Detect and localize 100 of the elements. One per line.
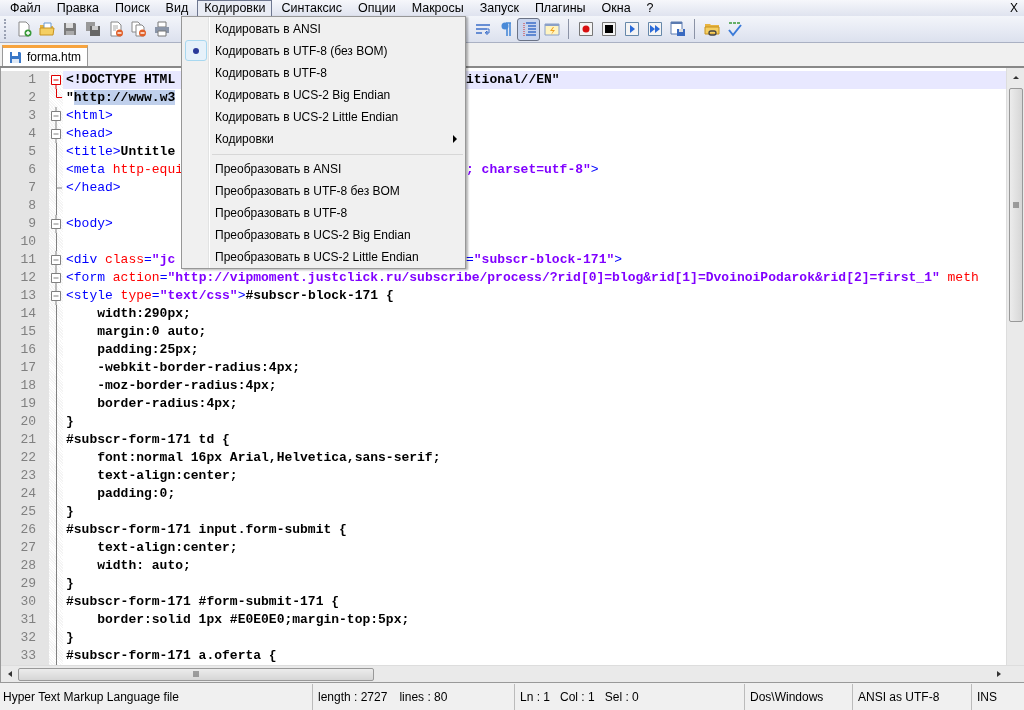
line-number: 2 — [1, 89, 49, 107]
fold-toggle-icon[interactable] — [51, 215, 62, 233]
line-number: 33 — [1, 647, 49, 665]
line-number: 24 — [1, 485, 49, 503]
line-number: 4 — [1, 125, 49, 143]
menu-item[interactable]: Кодировки — [182, 128, 465, 150]
code-line: } — [66, 414, 74, 429]
fold-toggle-icon[interactable] — [51, 287, 62, 305]
scrollbar-thumb[interactable] — [18, 667, 374, 681]
menu-item[interactable]: Кодировать в UCS-2 Big Endian — [182, 84, 465, 106]
menu-item[interactable]: Синтаксис — [274, 0, 349, 17]
menu-item[interactable]: Преобразовать в UTF-8 без BOM — [182, 180, 465, 202]
line-number: 30 — [1, 593, 49, 611]
line-number: 26 — [1, 521, 49, 539]
code-line: width:290px; — [96, 306, 191, 321]
code-line: <style type="text/css">#subscr-block-171 { — [66, 288, 394, 303]
code-line: ; charset=utf-8"> — [466, 162, 599, 177]
menu-item[interactable]: Файл — [3, 0, 48, 17]
fold-toggle-icon[interactable] — [51, 125, 62, 143]
code-line: width: auto; — [96, 558, 191, 573]
spellcheck-icon — [726, 21, 743, 37]
horizontal-scrollbar[interactable] — [1, 665, 1024, 682]
menu-item[interactable]: Преобразовать в UCS-2 Big Endian — [182, 224, 465, 246]
code-line: #subscr-form-171 td { — [66, 432, 230, 447]
line-number: 32 — [1, 629, 49, 647]
grip-icon — [1010, 202, 1021, 208]
code-line: border-radius:4px; — [96, 396, 238, 411]
line-number: 11 — [1, 251, 49, 269]
vertical-scrollbar[interactable] — [1006, 68, 1024, 665]
line-number: 29 — [1, 575, 49, 593]
menu-item[interactable]: Преобразовать в ANSI — [182, 158, 465, 180]
menu-item[interactable]: Преобразовать в UTF-8 — [182, 202, 465, 224]
code-line: <form action="http://vipmoment.justclick.ru/subscribe/process/?rid[0]=blog&rid[1]=DvoinoiPodarok&rid[2]=first_1" meth — [66, 270, 979, 285]
fold-toggle-icon[interactable] — [51, 107, 62, 125]
printer-icon — [153, 21, 170, 37]
code-line: text-align:center; — [96, 540, 238, 555]
code-line: border:solid 1px #E0E0E0;margin-top:5px; — [96, 612, 410, 627]
menu-item[interactable]: Поиск — [107, 0, 157, 17]
status-text: ANSI as UTF-8 — [858, 690, 940, 704]
menu-item[interactable]: Запуск — [472, 0, 526, 17]
code-line: } — [66, 630, 74, 645]
new-file-icon — [15, 21, 32, 37]
code-line: <html> — [66, 108, 113, 123]
panel-icon — [543, 21, 560, 37]
status-text: Hyper Text Markup Language file — [3, 690, 179, 704]
line-number: 28 — [1, 557, 49, 575]
fold-line — [56, 197, 57, 215]
code-line: } — [66, 504, 74, 519]
status-text: Sel : 0 — [604, 690, 639, 704]
menu-item[interactable]: Опции — [351, 0, 403, 17]
menu-item[interactable]: Вид — [158, 0, 196, 17]
line-number: 7 — [1, 179, 49, 197]
code-line: #subscr-form-171 #form-submit-171 { — [66, 594, 340, 609]
line-number: 31 — [1, 611, 49, 629]
close-document-button[interactable]: X — [1004, 1, 1024, 15]
code-line: "http://www.w3 — [66, 90, 176, 105]
code-line: <head> — [66, 126, 113, 141]
fold-toggle-icon[interactable] — [51, 269, 62, 287]
code-line: <!DOCTYPE HTML — [66, 72, 176, 87]
menu-item[interactable]: Макросы — [404, 0, 471, 17]
status-text: length : 2727 — [318, 690, 388, 704]
status-text: Dos\Windows — [750, 690, 824, 704]
menu-item[interactable]: Кодировать в UCS-2 Little Endian — [182, 106, 465, 128]
menu-item[interactable]: Кодировки — [197, 0, 273, 17]
code-line: -webkit-border-radius:4px; — [96, 360, 301, 375]
code-line: text-align:center; — [96, 468, 238, 483]
floppy-icon — [9, 50, 22, 64]
code-line: <body> — [66, 216, 113, 231]
menu-item[interactable]: Окна — [594, 0, 638, 17]
menu-item[interactable]: Кодировать в UTF-8 (без BOM) — [182, 40, 465, 62]
line-number: 13 — [1, 287, 49, 305]
play-icon — [623, 21, 640, 37]
menu-item[interactable]: Кодировать в UTF-8 — [182, 62, 465, 84]
status-text: Col : 1 — [560, 690, 595, 704]
line-number: 14 — [1, 305, 49, 323]
grip-icon — [193, 669, 199, 679]
save-icon — [61, 21, 78, 37]
menu-item[interactable]: Правка — [49, 0, 106, 17]
code-line: <meta http-equi — [66, 162, 184, 177]
line-number: 12 — [1, 269, 49, 287]
fold-toggle-icon[interactable] — [51, 251, 62, 269]
scrollbar-thumb[interactable] — [1008, 88, 1023, 322]
line-number: 10 — [1, 233, 49, 251]
code-line: font:normal 16px Arial,Helvetica,sans-serif; — [96, 450, 441, 465]
menu-item[interactable]: ? — [639, 0, 661, 17]
file-tab[interactable]: forma.htm — [2, 45, 88, 66]
line-number: 25 — [1, 503, 49, 521]
line-number: 1 — [1, 71, 49, 89]
code-line: padding:25px; — [96, 342, 199, 357]
code-line: } — [66, 576, 74, 591]
status-text: Ln : 1 — [520, 690, 551, 704]
line-number: 8 — [1, 197, 49, 215]
code-line: itional//EN" — [466, 72, 560, 87]
code-line: </head> — [66, 180, 121, 195]
menu-item[interactable]: Плагины — [527, 0, 593, 17]
line-number: 18 — [1, 377, 49, 395]
scroll-right-icon[interactable] — [994, 670, 1003, 678]
fold-toggle-icon[interactable] — [51, 75, 62, 89]
menu-item[interactable]: Преобразовать в UCS-2 Little Endian — [182, 246, 465, 268]
fast-forward-icon — [646, 21, 663, 37]
